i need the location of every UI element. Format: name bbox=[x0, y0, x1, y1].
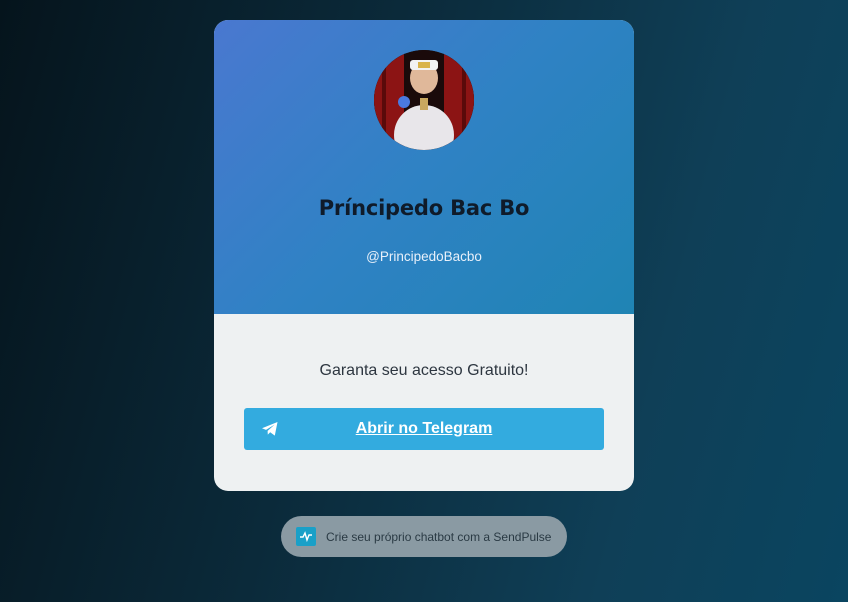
sendpulse-badge-link[interactable]: Crie seu próprio chatbot com a SendPulse bbox=[281, 516, 567, 557]
cta-text: Garanta seu acesso Gratuito! bbox=[319, 362, 529, 379]
open-telegram-label: Abrir no Telegram bbox=[355, 420, 493, 437]
sendpulse-text: Crie seu próprio chatbot com a SendPulse bbox=[326, 530, 552, 544]
card-body: Garanta seu acesso Gratuito! Abrir no Te… bbox=[214, 314, 634, 491]
pulse-icon bbox=[296, 527, 316, 546]
profile-card: Príncipedo Bac Bo @PrincipedoBacbo Garan… bbox=[214, 20, 634, 491]
avatar bbox=[374, 50, 474, 150]
open-telegram-button[interactable]: Abrir no Telegram bbox=[244, 408, 604, 450]
profile-name: Príncipedo Bac Bo bbox=[318, 196, 530, 220]
profile-header: Príncipedo Bac Bo @PrincipedoBacbo bbox=[214, 20, 634, 314]
profile-handle: @PrincipedoBacbo bbox=[366, 249, 482, 264]
